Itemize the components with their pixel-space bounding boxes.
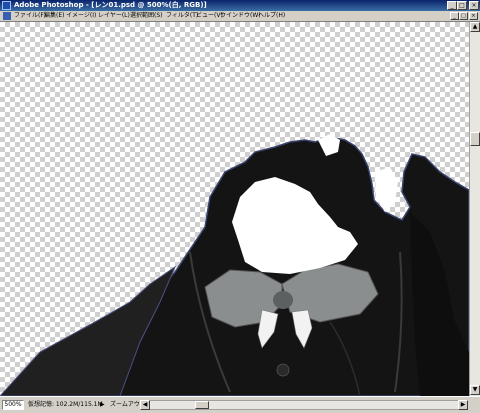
title-bar[interactable]: Adobe Photoshop - [レン01.psd @ 500%(白, RG… — [0, 0, 480, 11]
close-button[interactable]: × — [469, 1, 479, 10]
menu-help[interactable]: ヘルプ(H) — [258, 11, 285, 21]
scratch-size-info: 仮想記憶: 102.2M/115.1M — [28, 401, 103, 408]
vertical-scroll-thumb[interactable] — [470, 132, 480, 146]
scroll-down-arrow-icon[interactable]: ▼ — [470, 385, 480, 395]
menu-image[interactable]: イメージ(I) — [66, 11, 96, 21]
menu-window[interactable]: ウインドウ(W) — [220, 11, 261, 21]
shirt-button — [276, 363, 290, 377]
horizontal-scroll-thumb[interactable] — [195, 401, 209, 409]
horizontal-scrollbar[interactable]: ◀ ▶ — [140, 400, 468, 410]
zoom-level-field[interactable]: 500% — [2, 400, 24, 410]
menu-view[interactable]: ビュー(V) — [196, 11, 223, 21]
window-title: Adobe Photoshop - [レン01.psd @ 500%(白, RG… — [14, 1, 207, 9]
menu-file[interactable]: ファイル(F) — [14, 11, 46, 21]
status-bar: 500% 仮想記憶: 102.2M/115.1M ▶ ズームアウト ◀ ▶ — [0, 396, 480, 413]
scroll-right-arrow-icon[interactable]: ▶ — [458, 400, 468, 410]
menu-edit[interactable]: 編集(E) — [44, 11, 64, 21]
doc-restore-button[interactable]: □ — [459, 12, 468, 20]
document-canvas[interactable] — [0, 22, 469, 396]
vertical-scrollbar[interactable]: ▲ ▼ — [469, 22, 480, 396]
doc-minimize-button[interactable]: _ — [450, 12, 459, 20]
photoshop-app-icon[interactable] — [2, 1, 11, 10]
maximize-button[interactable]: □ — [457, 1, 467, 10]
bow-knot — [273, 291, 293, 309]
scroll-up-arrow-icon[interactable]: ▲ — [470, 22, 480, 32]
artwork — [0, 134, 469, 396]
scroll-left-arrow-icon[interactable]: ◀ — [140, 400, 150, 410]
photoshop-window: Adobe Photoshop - [レン01.psd @ 500%(白, RG… — [0, 0, 480, 413]
menu-filter[interactable]: フィルタ(T) — [166, 11, 198, 21]
document-icon[interactable] — [3, 12, 11, 20]
menu-layer[interactable]: レイヤー(L) — [98, 11, 130, 21]
menu-bar: ファイル(F) 編集(E) イメージ(I) レイヤー(L) 選択範囲(S) フィ… — [0, 11, 480, 22]
menu-select[interactable]: 選択範囲(S) — [130, 11, 163, 21]
status-menu-arrow-icon[interactable]: ▶ — [100, 400, 105, 410]
doc-close-button[interactable]: × — [469, 12, 478, 20]
minimize-button[interactable]: _ — [447, 1, 457, 10]
